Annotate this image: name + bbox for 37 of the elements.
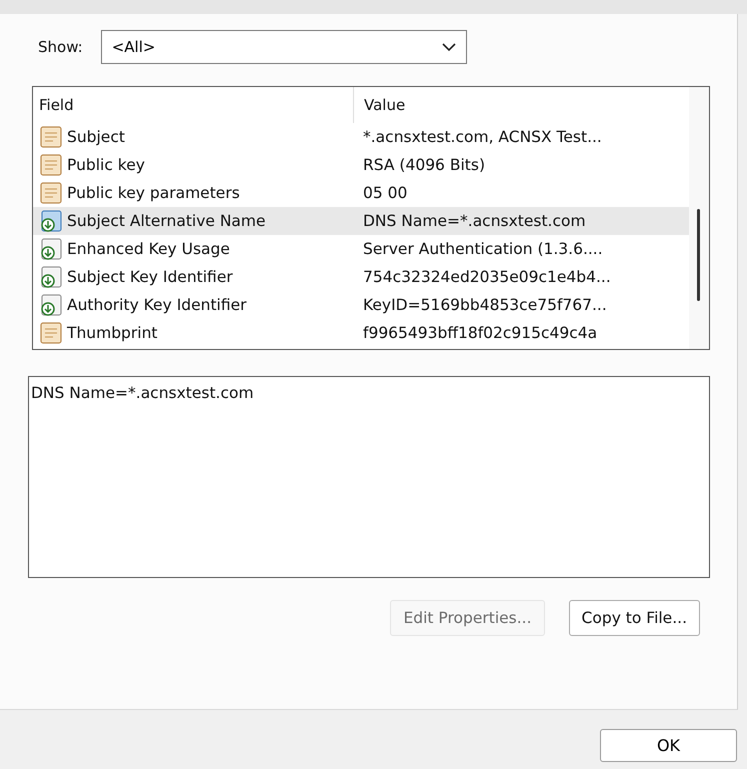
ok-button[interactable]: OK: [600, 729, 737, 762]
field-name: Enhanced Key Usage: [67, 240, 230, 258]
field-row[interactable]: Public key RSA (4096 Bits): [33, 151, 689, 179]
field-name: Subject: [67, 128, 125, 146]
detail-text: DNS Name=*.acnsxtest.com: [31, 384, 254, 402]
field-row[interactable]: Subject Alternative Name DNS Name=*.acnsxtest.com: [33, 207, 689, 235]
certificate-icon: [39, 181, 63, 205]
field-name: Subject Key Identifier: [67, 268, 233, 286]
field-row[interactable]: Subject Key Identifier 754c32324ed2035e09c1e4b4...: [33, 263, 689, 291]
value-cell-text: 754c32324ed2035e09c1e4b4...: [362, 267, 612, 288]
field-name: Public key parameters: [67, 184, 240, 202]
chevron-down-icon: [442, 42, 456, 52]
value-cell-text: Server Authentication (1.3.6....: [362, 239, 604, 260]
certificate-icon: [39, 153, 63, 177]
certificate-icon: [39, 125, 63, 149]
value-cell-text: RSA (4096 Bits): [362, 155, 486, 176]
value-cell-text: f9965493bff18f02c915c49c4a: [362, 323, 598, 344]
column-header[interactable]: Field: [33, 87, 353, 123]
show-label: Show:: [38, 38, 83, 56]
field-row[interactable]: Thumbprint f9965493bff18f02c915c49c4a: [33, 319, 689, 347]
certificate-icon: [39, 321, 63, 345]
scrollbar-thumb[interactable]: [697, 209, 700, 301]
value-cell-text: *.acnsxtest.com, ACNSX Test...: [362, 127, 603, 148]
field-row[interactable]: Public key parameters 05 00: [33, 179, 689, 207]
value-cell-text: KeyID=5169bb4853ce75f767...: [362, 295, 608, 316]
copy-to-file-button[interactable]: Copy to File...: [568, 600, 700, 636]
field-row[interactable]: Enhanced Key Usage Server Authentication (1.3.6....: [33, 235, 689, 263]
field-name: Authority Key Identifier: [67, 296, 247, 314]
value-cell-text: DNS Name=*.acnsxtest.com: [362, 211, 587, 232]
value-cell-text: 05 00: [362, 183, 408, 204]
field-row[interactable]: Subject *.acnsxtest.com, ACNSX Test...: [33, 123, 689, 151]
field-name: Public key: [67, 156, 145, 174]
field-row[interactable]: Authority Key Identifier KeyID=5169bb4853ce75f767...: [33, 291, 689, 319]
field-name: Thumbprint: [67, 324, 158, 342]
field-name: Subject Alternative Name: [67, 212, 266, 230]
show-dropdown[interactable]: <All>: [100, 30, 467, 64]
detail-text-area[interactable]: DNS Name=*.acnsxtest.com: [28, 376, 710, 578]
